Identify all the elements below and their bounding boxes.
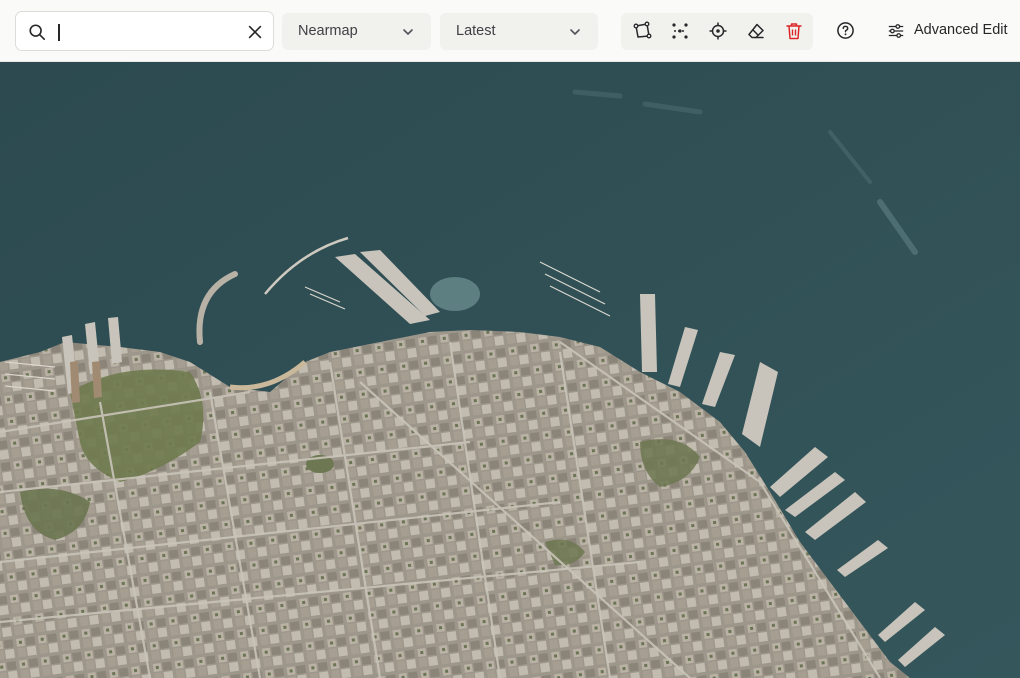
imagery-date-dropdown[interactable]: Latest bbox=[440, 13, 598, 50]
locate-icon[interactable] bbox=[708, 21, 728, 41]
eraser-icon[interactable] bbox=[746, 21, 766, 41]
chevron-down-icon bbox=[403, 29, 413, 35]
top-toolbar: Nearmap Latest Advanced Edit bbox=[0, 0, 1020, 62]
search-box[interactable] bbox=[15, 11, 274, 51]
line-tool-icon[interactable] bbox=[670, 21, 690, 41]
trash-icon[interactable] bbox=[784, 21, 804, 41]
imagery-source-dropdown[interactable]: Nearmap bbox=[282, 13, 431, 50]
help-icon[interactable] bbox=[836, 21, 855, 40]
polygon-tool-icon[interactable] bbox=[632, 21, 652, 41]
sliders-icon bbox=[888, 24, 904, 38]
search-icon bbox=[29, 24, 46, 41]
close-icon[interactable] bbox=[246, 23, 264, 41]
imagery-source-label: Nearmap bbox=[298, 23, 358, 39]
satellite-map[interactable] bbox=[0, 62, 1020, 678]
text-cursor bbox=[58, 24, 60, 41]
imagery-date-label: Latest bbox=[456, 23, 496, 39]
map-imagery bbox=[0, 62, 1020, 678]
drawing-tools-group bbox=[621, 13, 813, 50]
advanced-edit-label: Advanced Edit bbox=[914, 22, 1008, 38]
search-input[interactable] bbox=[56, 21, 236, 43]
chevron-down-icon bbox=[570, 29, 580, 35]
